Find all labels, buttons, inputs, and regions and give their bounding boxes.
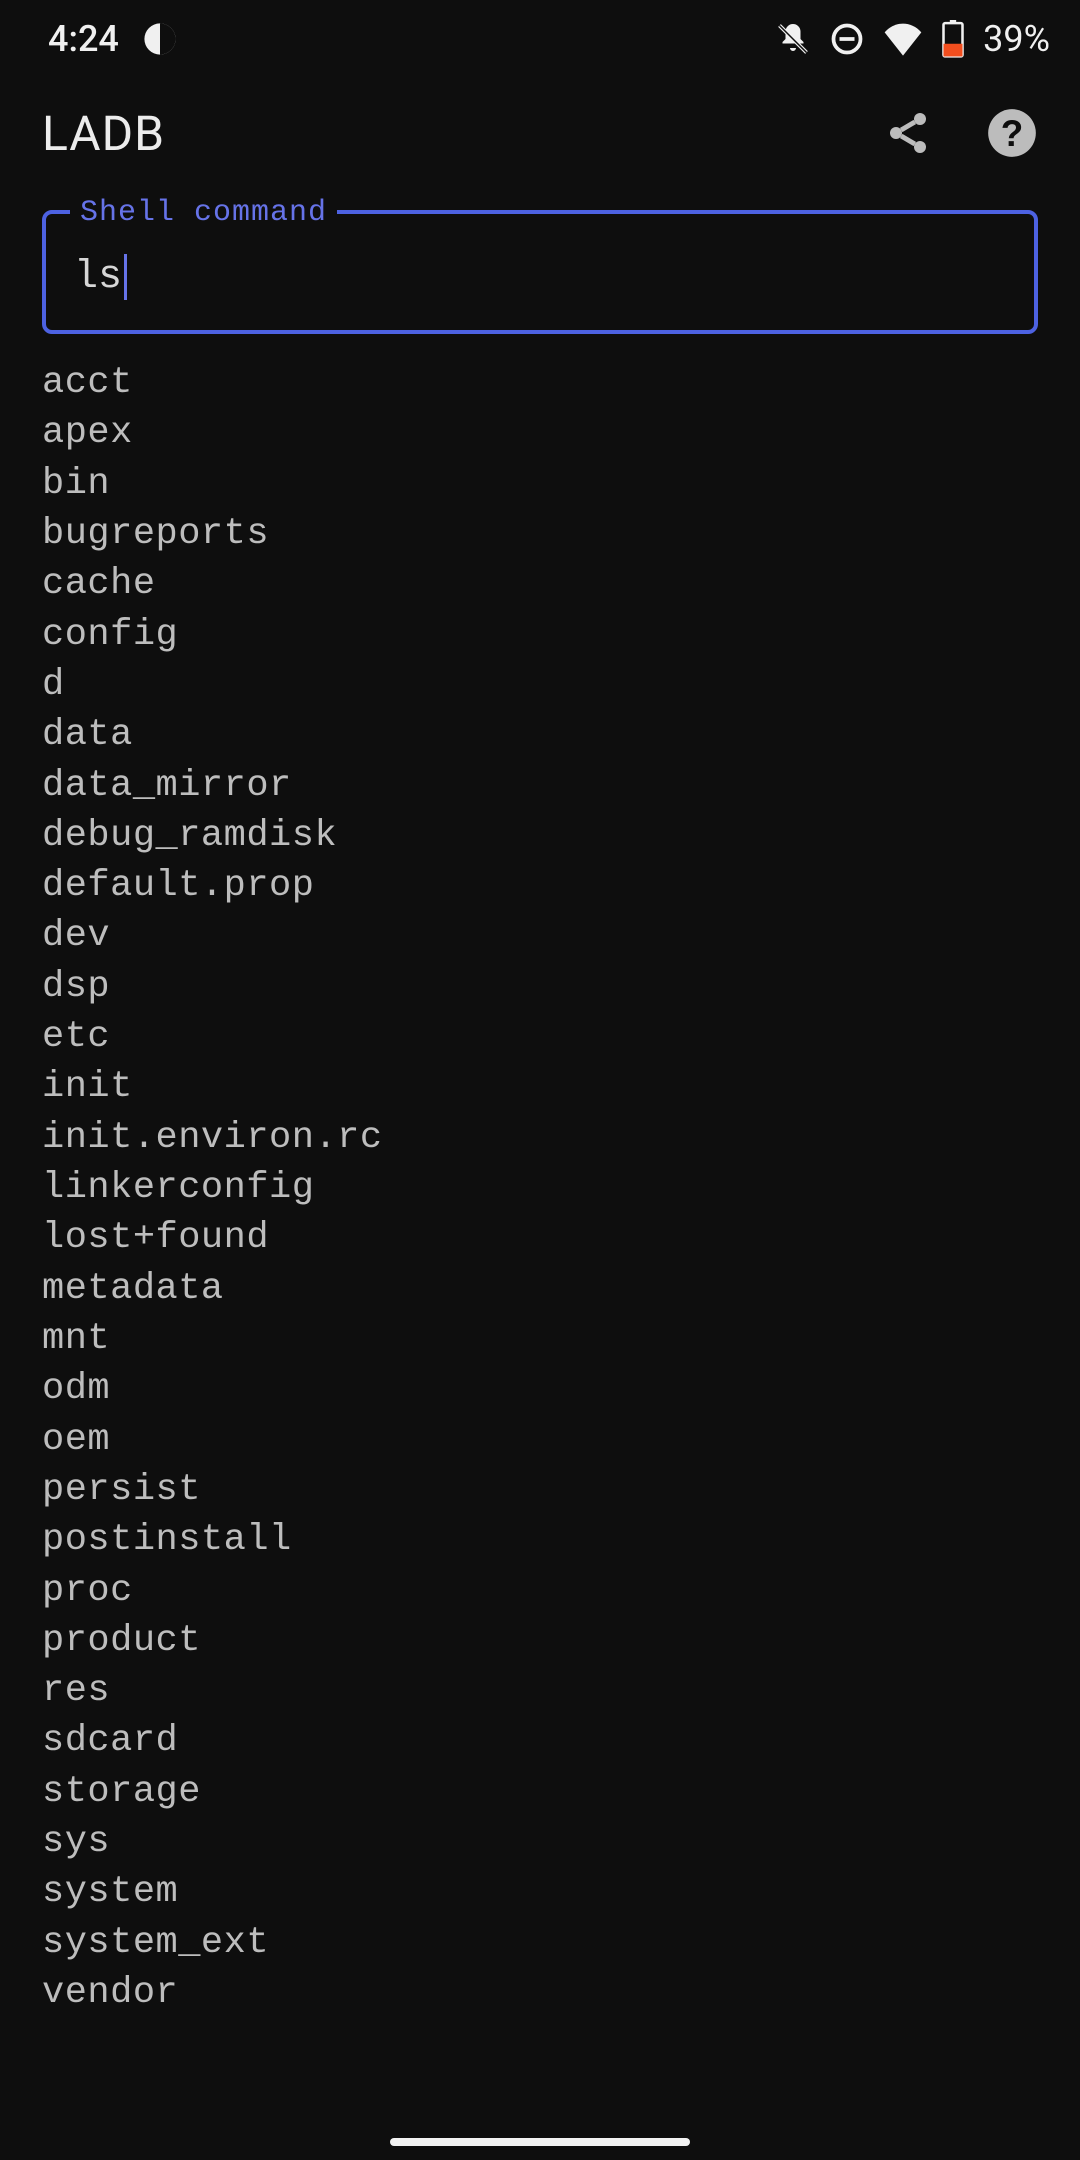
- output-line: debug_ramdisk: [42, 811, 1038, 861]
- app-bar: LADB ?: [0, 78, 1080, 188]
- output-line: res: [42, 1666, 1038, 1716]
- help-icon: ?: [986, 107, 1038, 159]
- content-area: Shell command ls: [0, 188, 1080, 334]
- output-line: acct: [42, 358, 1038, 408]
- output-line: system: [42, 1867, 1038, 1917]
- status-left: 4:24: [48, 18, 177, 60]
- output-line: etc: [42, 1012, 1038, 1062]
- text-cursor: [124, 254, 127, 300]
- output-line: default.prop: [42, 861, 1038, 911]
- output-line: data: [42, 710, 1038, 760]
- output-line: data_mirror: [42, 761, 1038, 811]
- output-line: mnt: [42, 1314, 1038, 1364]
- shell-output[interactable]: acctapexbinbugreportscacheconfigddatadat…: [0, 334, 1080, 2018]
- status-right: 39%: [775, 18, 1050, 60]
- output-line: vendor: [42, 1968, 1038, 2018]
- gesture-nav-bar[interactable]: [390, 2138, 690, 2146]
- status-bar: 4:24 39%: [0, 0, 1080, 78]
- output-line: bin: [42, 459, 1038, 509]
- app-title: LADB: [42, 105, 165, 162]
- output-line: cache: [42, 559, 1038, 609]
- output-line: dsp: [42, 962, 1038, 1012]
- output-line: apex: [42, 408, 1038, 458]
- output-line: init.environ.rc: [42, 1113, 1038, 1163]
- mute-icon: [775, 21, 811, 57]
- output-line: lost+found: [42, 1213, 1038, 1263]
- output-line: product: [42, 1616, 1038, 1666]
- output-line: dev: [42, 911, 1038, 961]
- output-line: metadata: [42, 1264, 1038, 1314]
- output-line: oem: [42, 1415, 1038, 1465]
- share-button[interactable]: [880, 105, 936, 161]
- shell-command-input[interactable]: ls: [74, 255, 122, 300]
- dnd-icon: [829, 21, 865, 57]
- shell-command-label: Shell command: [70, 196, 337, 230]
- output-line: postinstall: [42, 1515, 1038, 1565]
- output-line: proc: [42, 1566, 1038, 1616]
- output-line: sdcard: [42, 1716, 1038, 1766]
- app-indicator-icon: [143, 22, 177, 56]
- app-actions: ?: [880, 105, 1040, 161]
- shell-command-field[interactable]: Shell command ls: [42, 210, 1038, 334]
- output-line: linkerconfig: [42, 1163, 1038, 1213]
- share-icon: [884, 109, 932, 157]
- output-line: storage: [42, 1767, 1038, 1817]
- output-line: config: [42, 610, 1038, 660]
- shell-command-row: ls: [74, 254, 1006, 300]
- battery-percentage: 39%: [983, 18, 1050, 60]
- help-button[interactable]: ?: [984, 105, 1040, 161]
- wifi-icon: [883, 22, 923, 56]
- svg-text:?: ?: [1001, 113, 1024, 154]
- status-time: 4:24: [48, 18, 119, 60]
- output-line: bugreports: [42, 509, 1038, 559]
- output-line: persist: [42, 1465, 1038, 1515]
- output-line: odm: [42, 1364, 1038, 1414]
- output-line: sys: [42, 1817, 1038, 1867]
- output-line: system_ext: [42, 1918, 1038, 1968]
- output-line: d: [42, 660, 1038, 710]
- battery-icon: [941, 20, 965, 58]
- output-line: init: [42, 1062, 1038, 1112]
